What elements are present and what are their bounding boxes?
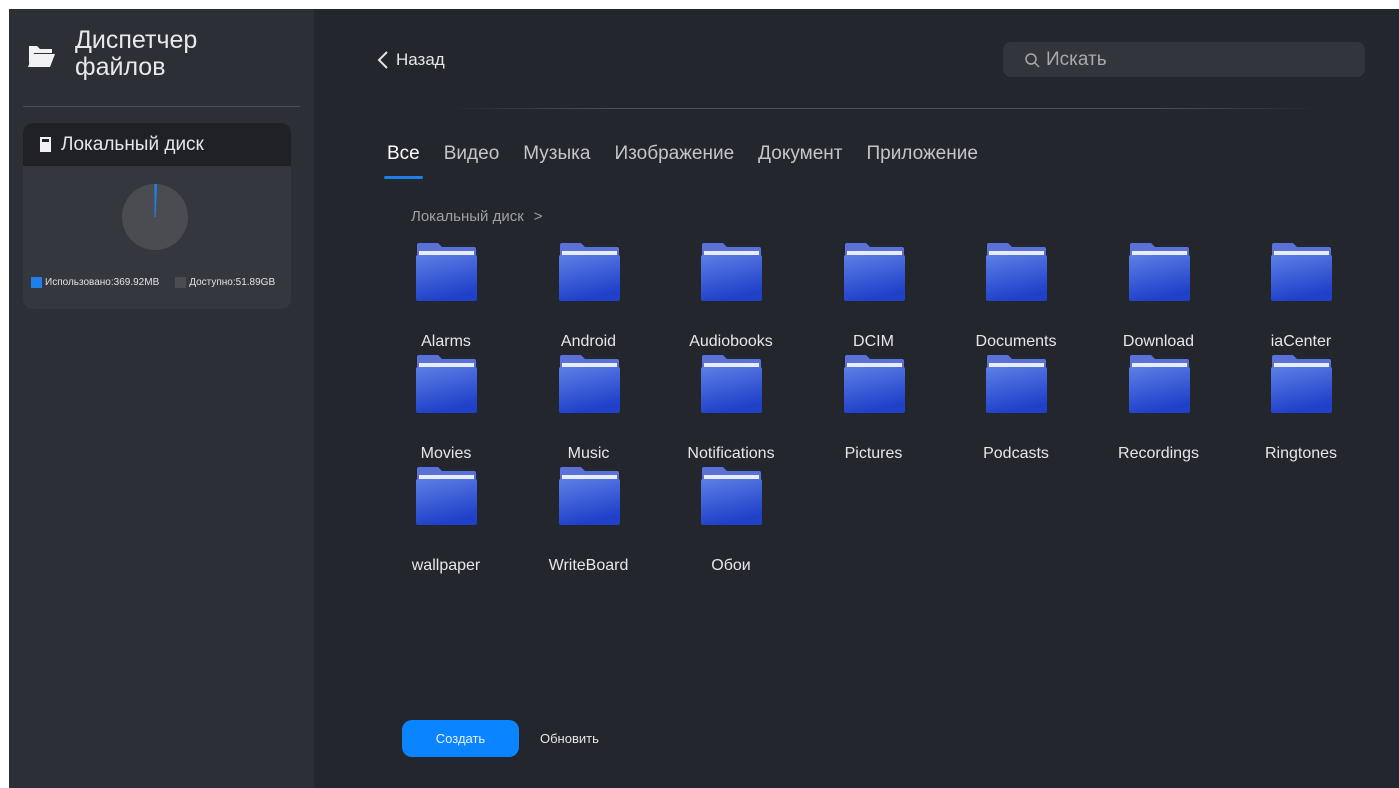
folder-name: Documents bbox=[975, 333, 1057, 350]
folder-icon bbox=[701, 355, 762, 413]
disk-usage-legend: Использовано:369.92MB Доступно:51.89GB bbox=[31, 277, 275, 288]
tab-all[interactable]: Все bbox=[384, 143, 423, 183]
folder-item[interactable]: Pictures bbox=[803, 355, 945, 467]
main-panel: Назад Все Видео Музыка Изображение Докум… bbox=[314, 9, 1399, 788]
folder-icon bbox=[416, 243, 477, 301]
search-icon bbox=[1025, 52, 1040, 68]
folder-name: Alarms bbox=[421, 333, 471, 350]
back-label: Назад bbox=[396, 50, 445, 69]
folder-name: Download bbox=[1122, 333, 1195, 350]
folder-icon bbox=[843, 355, 905, 413]
refresh-button[interactable]: Обновить bbox=[536, 720, 603, 757]
local-disk-title: Локальный диск bbox=[61, 133, 204, 155]
folder-item[interactable]: Android bbox=[518, 243, 660, 355]
folder-icon bbox=[416, 355, 477, 413]
legend-free-swatch bbox=[175, 277, 187, 288]
local-disk-card[interactable]: Локальный диск Использовано:369.92MB Дос… bbox=[23, 123, 291, 309]
folder-item[interactable]: iaCenter bbox=[1230, 243, 1372, 355]
folder-name: Notifications bbox=[687, 445, 775, 462]
header-divider bbox=[444, 108, 1324, 109]
sidebar: Диспетчер файлов Локальный диск Использо… bbox=[9, 9, 314, 788]
folder-item[interactable]: Movies bbox=[375, 355, 517, 467]
app-title: Диспетчер файлов bbox=[75, 26, 198, 81]
folder-icon bbox=[558, 355, 620, 413]
folder-name: Music bbox=[567, 445, 610, 462]
folder-item[interactable]: Обои bbox=[660, 467, 802, 579]
folder-icon bbox=[986, 243, 1047, 301]
category-tabs: Все Видео Музыка Изображение Документ Пр… bbox=[384, 143, 1002, 183]
folder-item[interactable]: Recordings bbox=[1088, 355, 1230, 467]
tab-video[interactable]: Видео bbox=[444, 143, 500, 183]
legend-free-label: Доступно:51.89GB bbox=[189, 277, 276, 288]
tab-application[interactable]: Приложение bbox=[866, 143, 977, 183]
sd-card-icon bbox=[40, 137, 51, 152]
folder-icon bbox=[558, 243, 620, 301]
folder-name: Обои bbox=[711, 557, 751, 574]
sidebar-divider bbox=[23, 106, 300, 107]
folder-name: DCIM bbox=[853, 333, 894, 350]
tab-image[interactable]: Изображение bbox=[614, 143, 734, 183]
disk-usage-pie bbox=[122, 184, 188, 250]
folder-icon bbox=[986, 355, 1047, 413]
folder-icon bbox=[558, 467, 620, 525]
app-header: Диспетчер файлов bbox=[25, 27, 265, 81]
folder-item[interactable]: Audiobooks bbox=[660, 243, 802, 355]
back-button[interactable]: Назад bbox=[376, 50, 445, 70]
legend-used-swatch bbox=[31, 277, 42, 288]
folder-icon bbox=[1271, 355, 1332, 413]
folder-open-icon bbox=[28, 46, 55, 67]
folder-icon bbox=[416, 467, 477, 525]
local-disk-card-header: Локальный диск bbox=[23, 123, 291, 166]
folder-item[interactable]: WriteBoard bbox=[518, 467, 660, 579]
breadcrumb-separator: > bbox=[533, 208, 543, 225]
folder-icon bbox=[1128, 355, 1190, 413]
folder-icon bbox=[701, 243, 762, 301]
search-input[interactable] bbox=[1046, 48, 1346, 71]
folder-item[interactable]: Music bbox=[518, 355, 660, 467]
folder-name: Pictures bbox=[844, 445, 903, 462]
folder-name: Ringtones bbox=[1264, 445, 1338, 462]
search-box[interactable] bbox=[1003, 42, 1365, 77]
breadcrumb: Локальный диск > bbox=[411, 208, 543, 225]
folder-icon bbox=[701, 467, 762, 525]
folder-name: WriteBoard bbox=[548, 557, 629, 574]
folder-name: Movies bbox=[420, 445, 472, 462]
folder-item[interactable]: Download bbox=[1088, 243, 1230, 355]
folder-name: iaCenter bbox=[1270, 333, 1332, 350]
file-manager-screen: Диспетчер файлов Локальный диск Использо… bbox=[9, 9, 1399, 788]
folder-item[interactable]: Podcasts bbox=[945, 355, 1087, 467]
folder-icon bbox=[843, 243, 905, 301]
breadcrumb-item[interactable]: Локальный диск bbox=[411, 208, 524, 225]
folder-icon bbox=[1271, 243, 1332, 301]
folder-item[interactable]: Alarms bbox=[375, 243, 517, 355]
folder-name: Recordings bbox=[1118, 445, 1199, 462]
folder-name: Android bbox=[560, 333, 617, 350]
folder-item[interactable]: wallpaper bbox=[375, 467, 517, 579]
folder-name: Audiobooks bbox=[689, 333, 773, 350]
folder-icon bbox=[1128, 243, 1190, 301]
legend-used-label: Использовано:369.92MB bbox=[45, 277, 160, 288]
create-button[interactable]: Создать bbox=[402, 720, 519, 757]
tab-music[interactable]: Музыка bbox=[523, 143, 590, 183]
folder-item[interactable]: Notifications bbox=[660, 355, 802, 467]
chevron-left-icon bbox=[377, 51, 388, 69]
folder-name: wallpaper bbox=[411, 557, 481, 574]
tab-document[interactable]: Документ bbox=[758, 143, 842, 183]
folder-item[interactable]: Ringtones bbox=[1230, 355, 1372, 467]
folder-name: Podcasts bbox=[983, 445, 1049, 462]
folder-item[interactable]: DCIM bbox=[803, 243, 945, 355]
folder-item[interactable]: Documents bbox=[945, 243, 1087, 355]
